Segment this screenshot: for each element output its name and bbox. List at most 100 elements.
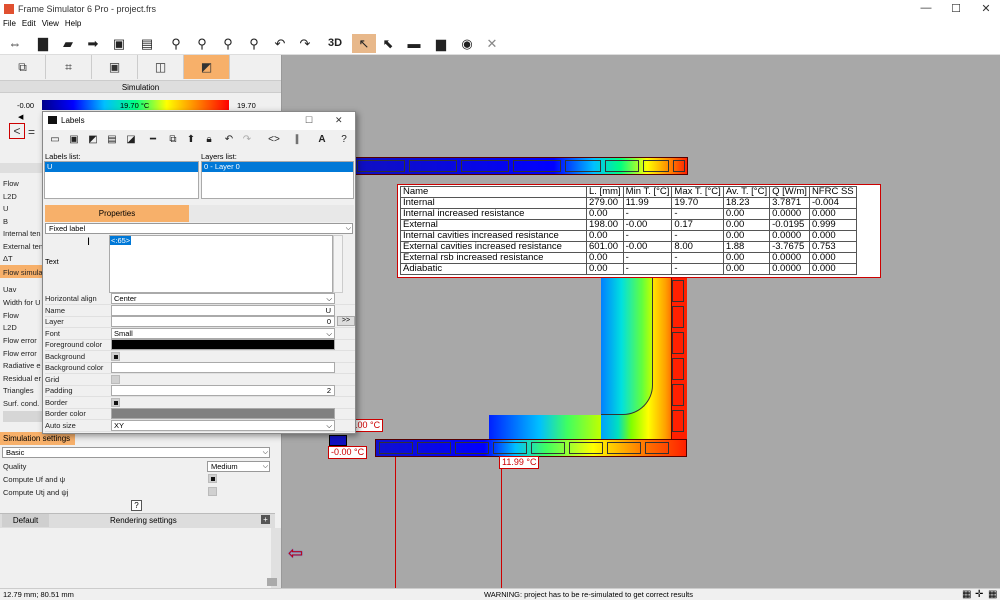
border-color-swatch[interactable] [111, 408, 335, 419]
font-label: Font [45, 329, 61, 338]
undo-icon[interactable]: ↶ [270, 34, 290, 53]
layout-icon[interactable]: ▦ [988, 589, 997, 600]
ruler-icon[interactable]: ▬ [404, 34, 424, 53]
layer-picker-button[interactable]: >> [337, 316, 355, 326]
menu-file[interactable]: File [0, 18, 19, 29]
grid-checkbox[interactable] [111, 375, 120, 384]
equals-icon[interactable]: = [28, 125, 35, 139]
result-label: Flow [3, 179, 19, 188]
padding-field[interactable]: 2 [111, 385, 335, 396]
chevron-down-icon: ⌵ [262, 463, 268, 470]
lock-icon[interactable]: 🔒︎ [200, 132, 218, 148]
background-checkbox[interactable] [111, 352, 120, 361]
close-button[interactable]: ✕ [976, 2, 996, 15]
properties-tab[interactable]: Properties [45, 205, 189, 222]
label-pen-icon[interactable]: ◪ [122, 132, 140, 148]
label-box-icon[interactable]: ▣ [65, 132, 83, 148]
zoom-fit-icon[interactable]: ⚲ [218, 34, 238, 53]
remove-icon[interactable]: ━ [144, 132, 162, 148]
list-item[interactable]: U [45, 162, 198, 172]
label-comment-icon[interactable]: ▭ [46, 132, 64, 148]
select-pointer-icon[interactable]: ↖ [352, 34, 376, 53]
border-checkbox[interactable] [111, 398, 120, 407]
prev-button[interactable]: < [9, 123, 25, 139]
auto-size-select[interactable]: XY ⌵ [111, 420, 335, 431]
redo-icon[interactable]: ↷ [238, 132, 256, 148]
scrollbar-thumb[interactable] [267, 578, 277, 586]
tab-crop-icon[interactable]: ⌗ [46, 55, 92, 79]
comment-icon[interactable]: ▆ [431, 34, 451, 53]
labels-list[interactable]: U [44, 161, 199, 199]
font-select[interactable]: Small ⌵ [111, 328, 335, 339]
tab-simulation-icon[interactable]: ◩ [184, 55, 230, 79]
label-table-icon[interactable]: ▤ [103, 132, 121, 148]
expand-plus-icon[interactable]: + [261, 515, 270, 524]
label-edit-icon[interactable]: ◩ [84, 132, 102, 148]
table-row: External cavities increased resistance 60… [400, 241, 857, 253]
save-icon[interactable]: ▣ [109, 34, 129, 53]
hide-icon[interactable]: ✕ [482, 34, 502, 53]
layer-field[interactable]: 0 [111, 316, 335, 327]
zoom-in-icon[interactable]: ⚲ [166, 34, 186, 53]
menu-help[interactable]: Help [62, 18, 84, 29]
zoom-out-icon[interactable]: ⚲ [192, 34, 212, 53]
undo-icon[interactable]: ↶ [220, 132, 238, 148]
layers-list[interactable]: 0 - Layer 0 [201, 161, 354, 199]
drawing-canvas[interactable]: .00 °C -0.00 °C 11.99 °C ⇦ [283, 55, 1000, 588]
table-header: Q [W/m] [769, 186, 810, 198]
default-button[interactable]: Default [2, 514, 49, 527]
temperature-label[interactable]: -0.00 °C [328, 446, 368, 459]
preset-select[interactable]: Basic ⌵ [2, 447, 270, 458]
menu-view[interactable]: View [39, 18, 62, 29]
results-button[interactable] [3, 411, 42, 422]
name-field[interactable]: U [111, 305, 335, 316]
background-color-swatch[interactable] [111, 362, 335, 373]
result-label: Width for U [3, 298, 41, 307]
rendering-settings-header[interactable]: Rendering settings [110, 516, 177, 525]
minimize-button[interactable]: — [916, 2, 936, 14]
maximize-button[interactable]: ☐ [946, 2, 966, 15]
table-row: External rsb increased resistance 0.00- -0… [400, 252, 857, 264]
print-icon[interactable]: ▤ [137, 34, 157, 53]
temperature-label[interactable]: 11.99 °C [499, 456, 540, 469]
text-editor[interactable]: <:65> [109, 235, 333, 293]
result-label: Flow [3, 311, 19, 320]
columns-icon[interactable]: ∥ [288, 132, 306, 148]
new-file-icon[interactable]: ▇ [33, 34, 53, 53]
foreground-color-swatch[interactable] [111, 339, 335, 350]
property-row: Auto size XY ⌵ [45, 420, 355, 432]
group-icon[interactable]: ⧉ [164, 132, 182, 148]
help-button[interactable]: ? [131, 500, 142, 511]
horizontal-align-select[interactable]: Center ⌵ [111, 293, 335, 304]
menu-edit[interactable]: Edit [19, 18, 39, 29]
label-type-select[interactable]: Fixed label ⌵ [45, 223, 353, 234]
help-icon[interactable]: ? [335, 132, 353, 148]
up-arrow-icon[interactable]: ⬆ [182, 132, 200, 148]
temperature-label[interactable]: .00 °C [352, 419, 384, 432]
tab-boundary-icon[interactable]: ◫ [138, 55, 184, 79]
select-region-icon[interactable]: ⬉ [378, 34, 398, 53]
swap-horizontal-icon[interactable]: ⇔ [5, 34, 25, 53]
tab-materials-icon[interactable]: ▣ [92, 55, 138, 79]
tab-geometry-icon[interactable]: ⧉ [0, 55, 46, 79]
font-icon[interactable]: A [313, 132, 331, 148]
code-icon[interactable]: <> [265, 132, 283, 148]
dialog-close-button[interactable]: ✕ [335, 115, 343, 126]
zoom-reset-icon[interactable]: ⚲ [244, 34, 264, 53]
scale-left-arrow-icon[interactable]: ◀ [18, 113, 23, 121]
import-icon[interactable]: ➡ [83, 34, 103, 53]
eye-icon[interactable]: ◉ [457, 34, 477, 53]
table-cell: 1.88 [722, 241, 771, 253]
text-scrollbar[interactable] [333, 235, 343, 293]
compute-uf-checkbox[interactable] [208, 474, 217, 483]
open-folder-icon[interactable]: ▰ [58, 34, 78, 53]
quality-select[interactable]: Medium ⌵ [207, 461, 270, 472]
frame-cell [461, 160, 509, 172]
grid-icon[interactable]: ▦ [962, 589, 971, 600]
snap-icon[interactable]: ✛ [975, 589, 983, 600]
redo-icon[interactable]: ↷ [295, 34, 315, 53]
list-item[interactable]: 0 - Layer 0 [202, 162, 353, 172]
compute-utj-checkbox[interactable] [208, 487, 217, 496]
3d-view-button[interactable]: 3D [322, 34, 348, 53]
dialog-maximize-button[interactable]: ☐ [305, 115, 313, 126]
